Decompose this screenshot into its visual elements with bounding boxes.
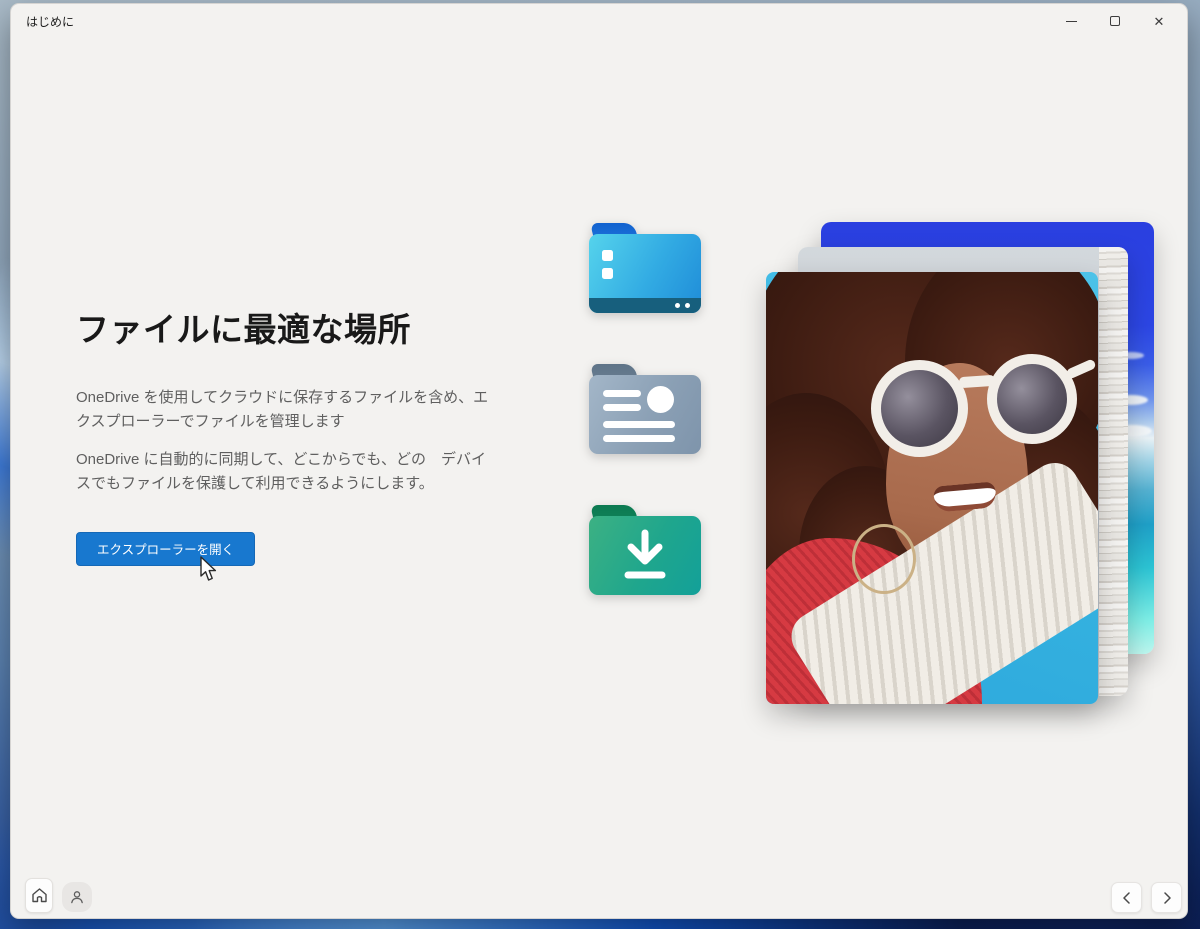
window-controls: ✕: [1049, 4, 1181, 38]
body-paragraph: OneDrive を使用してクラウドに保存するファイルを含め、エクスプローラーで…: [76, 389, 489, 430]
titlebar[interactable]: はじめに ✕: [11, 4, 1187, 40]
sunglasses-left-lens: [871, 360, 968, 457]
download-arrow-icon: [624, 529, 666, 578]
person-icon: [71, 891, 83, 904]
folder-body: [589, 375, 701, 454]
chevron-right-icon: [1163, 891, 1171, 904]
birch-texture: [1099, 247, 1128, 696]
chevron-left-icon: [1122, 891, 1130, 904]
close-button[interactable]: ✕: [1137, 4, 1181, 38]
forward-button[interactable]: [1151, 882, 1182, 913]
account-button[interactable]: [62, 882, 92, 912]
documents-folder-icon: [589, 364, 701, 454]
close-icon: ✕: [1153, 13, 1165, 29]
get-started-window: はじめに ✕ ファイルに最適な場所 OneDrive を使用してクラウドに保存す…: [10, 3, 1188, 919]
photo-stack: [766, 222, 1158, 706]
downloads-folder-icon: [589, 505, 701, 595]
minimize-icon: [1065, 20, 1077, 22]
folder-body: [589, 516, 701, 595]
minimize-button[interactable]: [1049, 4, 1093, 38]
sunglasses-right-lens: [987, 354, 1077, 444]
portrait-photo: [766, 272, 1098, 704]
window-title: はじめに: [26, 15, 75, 29]
home-icon: [31, 888, 47, 903]
folder-body: [589, 234, 701, 313]
open-explorer-button[interactable]: エクスプローラーを開く: [76, 531, 256, 566]
maximize-button[interactable]: [1093, 4, 1137, 38]
home-button[interactable]: [25, 878, 53, 913]
maximize-icon: [1110, 16, 1120, 26]
content-left-column: ファイルに最適な場所 OneDrive を使用してクラウドに保存するファイルを含…: [76, 303, 500, 566]
body-paragraph: OneDrive に自動的に同期して、どこからでも、どの デバイスでもファイルを…: [76, 451, 486, 493]
explorer-folder-icon: [589, 223, 701, 313]
page-title: ファイルに最適な場所: [76, 311, 411, 348]
back-button[interactable]: [1111, 882, 1142, 913]
hoop-earring: [852, 524, 916, 594]
folder-icon-column: [589, 223, 701, 595]
